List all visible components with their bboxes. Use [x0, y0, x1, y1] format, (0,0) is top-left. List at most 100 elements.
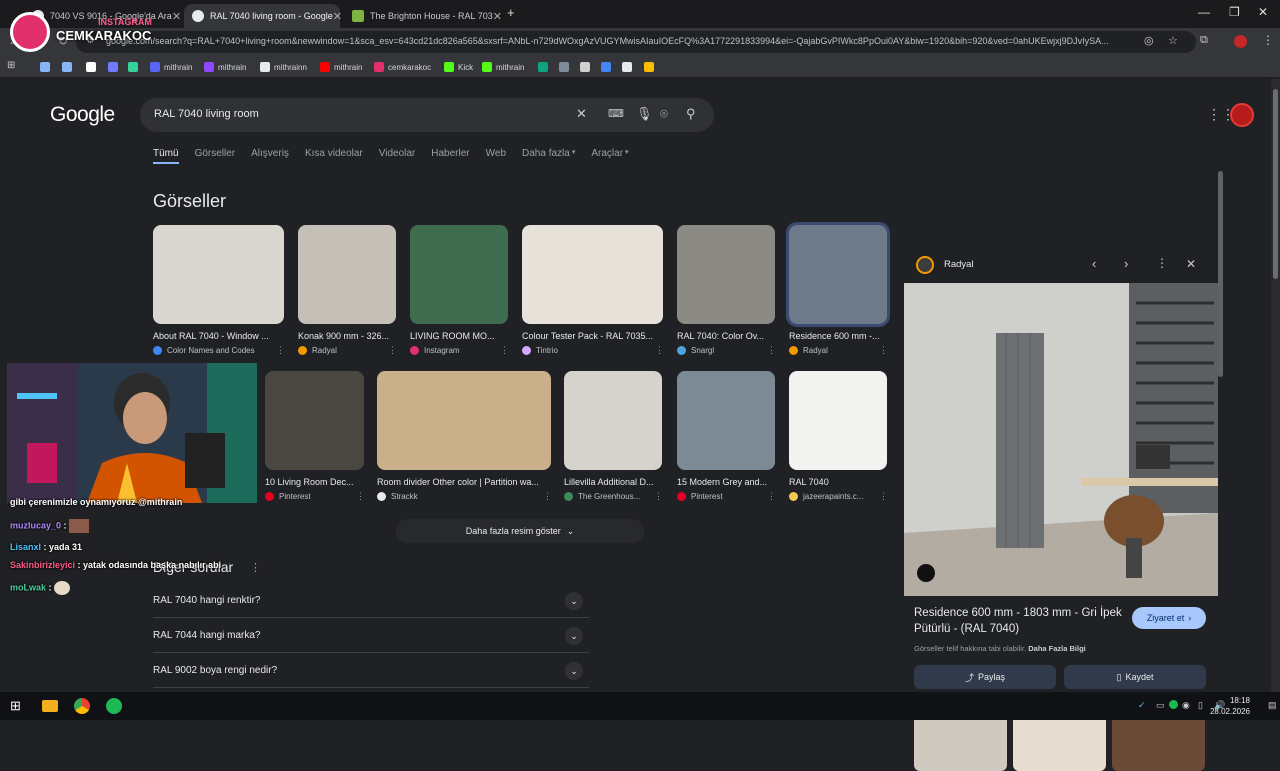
image-thumbnail[interactable] — [377, 371, 551, 470]
panel-menu-icon[interactable]: ⋮ — [1156, 256, 1168, 270]
previous-icon[interactable]: ‹ — [1092, 256, 1096, 271]
profile-avatar[interactable] — [1234, 35, 1247, 48]
question-item[interactable]: RAL 9002 boya rengi nedir? ⌄ — [153, 653, 589, 688]
clock-time[interactable]: 18:18 — [1230, 696, 1250, 705]
bookmark-item[interactable]: mithrain — [320, 60, 362, 74]
search-box[interactable]: RAL 7040 living room ✕ ⌨ 🎙 ⌾ ⚲ — [140, 98, 714, 132]
more-options-icon[interactable]: ⋮ — [500, 345, 509, 356]
search-query[interactable]: RAL 7040 living room — [154, 108, 259, 120]
bookmark-item[interactable]: mithrain — [482, 60, 524, 74]
search-tab[interactable]: Alışveriş — [251, 148, 289, 164]
chevron-down-icon[interactable]: ⌄ — [565, 662, 583, 680]
image-source[interactable]: Radyal — [298, 346, 337, 355]
account-avatar[interactable] — [1230, 103, 1254, 127]
image-thumbnail[interactable] — [677, 371, 775, 470]
tray-icon[interactable]: ✓ — [1138, 700, 1146, 711]
scrollbar-thumb[interactable] — [1273, 89, 1278, 279]
bookmark-item[interactable] — [86, 60, 100, 74]
more-options-icon[interactable]: ⋮ — [879, 491, 888, 502]
close-icon[interactable]: ✕ — [1186, 257, 1196, 271]
image-caption[interactable]: About RAL 7040 - Window ... — [153, 331, 284, 341]
image-thumbnail[interactable] — [298, 225, 396, 324]
image-source[interactable]: Radyal — [789, 346, 828, 355]
more-options-icon[interactable]: ⋮ — [654, 491, 663, 502]
panel-source[interactable]: Radyal — [944, 259, 974, 270]
close-icon[interactable]: ✕ — [172, 10, 181, 23]
panel-scrollbar[interactable] — [1218, 171, 1223, 377]
image-caption[interactable]: Colour Tester Pack - RAL 7035... — [522, 331, 663, 341]
tray-icon[interactable]: ◉ — [1182, 700, 1190, 711]
panel-title[interactable]: Residence 600 mm - 1803 mm - Gri İpek Pü… — [914, 605, 1124, 637]
image-caption[interactable]: RAL 7040: Color Ov... — [677, 331, 775, 341]
windows-start-icon[interactable]: ⊞ — [10, 698, 26, 714]
search-tab[interactable]: Daha fazla — [522, 148, 570, 164]
bookmark-star-icon[interactable]: ☆ — [1168, 34, 1178, 47]
keyboard-icon[interactable]: ⌨ — [608, 107, 624, 120]
search-icon[interactable]: ⚲ — [686, 106, 696, 122]
spotify-icon[interactable] — [106, 698, 122, 714]
bookmark-item[interactable]: Kick — [444, 60, 473, 74]
bookmark-item[interactable] — [62, 60, 76, 74]
image-caption[interactable]: Lillevilla Additional D... — [564, 477, 662, 487]
image-caption[interactable]: Room divider Other color | Partition wa.… — [377, 477, 551, 487]
visit-button[interactable]: Ziyaret et › — [1132, 607, 1206, 629]
more-options-icon[interactable]: ⋮ — [767, 345, 776, 356]
image-source[interactable]: jazeerapaints.c... — [789, 492, 863, 501]
more-options-icon[interactable]: ⋮ — [767, 491, 776, 502]
image-source[interactable]: Pinterest — [265, 492, 311, 501]
bookmark-item[interactable]: mithrain — [150, 60, 192, 74]
image-caption[interactable]: 15 Modern Grey and... — [677, 477, 775, 487]
more-options-icon[interactable]: ⋮ — [543, 491, 552, 502]
image-source[interactable]: Color Names and Codes — [153, 346, 255, 355]
window-close-button[interactable]: ✕ — [1258, 5, 1268, 19]
search-tab[interactable]: Araçlar — [591, 148, 623, 164]
eye-off-icon[interactable]: ◎ — [1144, 34, 1154, 47]
search-tab[interactable]: Tümü — [153, 148, 179, 164]
more-options-icon[interactable]: ⋮ — [655, 345, 664, 356]
close-icon[interactable]: ✕ — [333, 10, 342, 23]
search-tab[interactable]: Web — [486, 148, 506, 164]
tab-ral-7040-living-room[interactable]: RAL 7040 living room - Google ✕ — [184, 4, 342, 28]
tab-brighton-house[interactable]: The Brighton House - RAL 703 ✕ — [344, 4, 502, 28]
address-bar[interactable]: ⚙ google.com/search?q=RAL+7040+living+ro… — [76, 31, 1196, 53]
close-icon[interactable]: ✕ — [493, 10, 502, 23]
image-caption[interactable]: Residence 600 mm -... — [789, 331, 887, 341]
bookmark-item[interactable] — [580, 60, 594, 74]
bookmark-item[interactable] — [108, 60, 122, 74]
spotify-tray-icon[interactable] — [1169, 700, 1178, 709]
notifications-icon[interactable]: ▤ — [1268, 700, 1277, 711]
image-source[interactable]: The Greenhous... — [564, 492, 640, 501]
network-icon[interactable]: ▯ — [1198, 700, 1203, 711]
image-caption[interactable]: LIVING ROOM MO... — [410, 331, 508, 341]
image-thumbnail[interactable] — [677, 225, 775, 324]
more-images-button[interactable]: Daha fazla resim göster ⌄ — [396, 519, 644, 543]
image-thumbnail[interactable] — [786, 222, 890, 327]
more-options-icon[interactable]: ⋮ — [250, 561, 261, 574]
more-options-icon[interactable]: ⋮ — [879, 345, 888, 356]
bookmark-item[interactable] — [40, 60, 54, 74]
save-button[interactable]: ▯ Kaydet — [1064, 665, 1206, 689]
lens-icon[interactable]: ⌾ — [660, 106, 668, 122]
preview-image[interactable] — [904, 283, 1218, 596]
image-caption[interactable]: 10 Living Room Dec... — [265, 477, 364, 487]
more-options-icon[interactable]: ⋮ — [388, 345, 397, 356]
image-source[interactable]: Strackk — [377, 492, 418, 501]
search-tab[interactable]: Haberler — [431, 148, 469, 164]
image-thumbnail[interactable] — [522, 225, 663, 324]
file-explorer-icon[interactable] — [42, 700, 58, 712]
image-caption[interactable]: RAL 7040 — [789, 477, 887, 487]
search-tab[interactable]: Videolar — [379, 148, 416, 164]
bookmark-item[interactable] — [644, 60, 658, 74]
bookmark-item[interactable]: cemkarakoc — [374, 60, 431, 74]
more-info-link[interactable]: Daha Fazla Bilgi — [1028, 644, 1086, 653]
clock-date[interactable]: 28.02.2026 — [1210, 707, 1250, 716]
question-item[interactable]: RAL 7044 hangi marka? ⌄ — [153, 618, 589, 653]
chevron-down-icon[interactable]: ⌄ — [565, 592, 583, 610]
image-source[interactable]: Tintrio — [522, 346, 558, 355]
image-caption[interactable]: Konak 900 mm - 326... — [298, 331, 396, 341]
google-logo[interactable]: Google — [50, 103, 115, 127]
search-tab[interactable]: Kısa videolar — [305, 148, 363, 164]
next-icon[interactable]: › — [1124, 256, 1128, 271]
restore-button[interactable]: ❐ — [1229, 5, 1240, 19]
share-button[interactable]: ⤴ Paylaş — [914, 665, 1056, 689]
